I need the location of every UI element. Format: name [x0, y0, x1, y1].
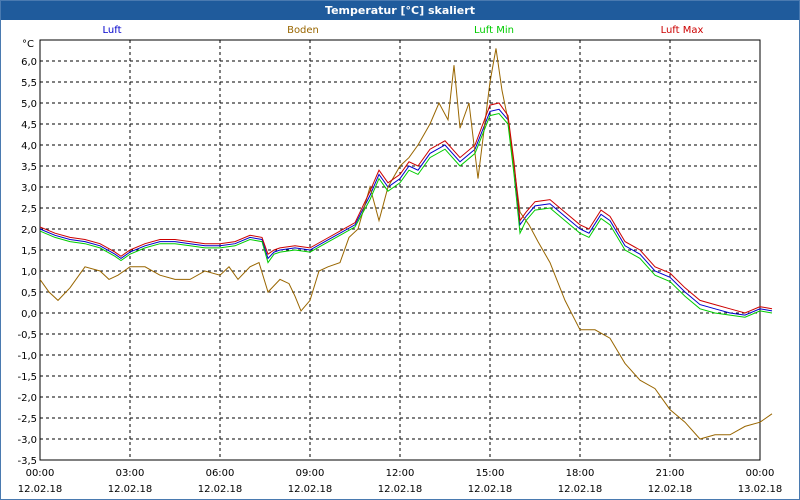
y-tick-label: 5,0	[21, 99, 37, 110]
x-tick-time-label: 09:00	[296, 468, 325, 479]
y-tick-label: -3,0	[17, 435, 37, 446]
x-tick-date-label: 12.02.18	[288, 484, 333, 495]
legend-entry-luft: Luft	[103, 25, 122, 36]
chart-grid	[40, 40, 760, 461]
y-tick-label: 3,0	[21, 183, 37, 194]
y-tick-label: 1,0	[21, 267, 37, 278]
x-tick-time-label: 03:00	[116, 468, 145, 479]
y-tick-label: 0,5	[21, 288, 37, 299]
x-tick-time-label: 00:00	[746, 468, 775, 479]
chart-series	[39, 48, 773, 440]
x-tick-date-label: 12.02.18	[648, 484, 693, 495]
y-tick-label: -0,5	[17, 330, 37, 341]
y-tick-label: 5,5	[21, 78, 37, 89]
x-tick-date-label: 12.02.18	[558, 484, 603, 495]
y-tick-label: 4,5	[21, 120, 37, 131]
chart-legend: Luft Boden Luft Min Luft Max	[103, 25, 704, 36]
y-tick-label: -3,5	[17, 456, 37, 467]
y-tick-label: -2,5	[17, 414, 37, 425]
x-tick-time-label: 15:00	[476, 468, 505, 479]
series-line-luft-min	[39, 112, 773, 318]
series-line-boden	[39, 48, 773, 440]
x-tick-date-label: 12.02.18	[198, 484, 243, 495]
y-tick-label: 2,5	[21, 204, 37, 215]
legend-entry-luft-max: Luft Max	[661, 25, 704, 36]
x-tick-date-label: 13.02.18	[738, 484, 783, 495]
temperature-chart: -3,5 -3,0 -2,5 -2,0 -1,5 -1,0 -0,5 0,0 0,5 1,0 1,5…	[17, 25, 783, 495]
x-tick-time-label: 12:00	[386, 468, 415, 479]
y-tick-label: -1,5	[17, 372, 37, 383]
x-tick-time-label: 18:00	[566, 468, 595, 479]
y-tick-label: 1,5	[21, 246, 37, 257]
y-tick-label: -1,0	[17, 351, 37, 362]
y-tick-label: 0,0	[21, 309, 37, 320]
y-axis-unit-label: °C	[22, 39, 34, 50]
x-tick-date-label: 12.02.18	[378, 484, 423, 495]
y-tick-label: 4,0	[21, 141, 37, 152]
y-tick-label: 3,5	[21, 162, 37, 173]
series-line-luft	[39, 108, 773, 316]
x-tick-time-label: 21:00	[656, 468, 685, 479]
x-tick-time-label: 06:00	[206, 468, 235, 479]
legend-entry-boden: Boden	[287, 25, 319, 36]
y-tick-label: 2,0	[21, 225, 37, 236]
x-tick-date-label: 12.02.18	[108, 484, 153, 495]
x-tick-date-label: 12.02.18	[468, 484, 513, 495]
y-tick-label: -2,0	[17, 393, 37, 404]
legend-entry-luft-min: Luft Min	[474, 25, 514, 36]
x-tick-time-label: 00:00	[26, 468, 55, 479]
x-tick-date-label: 12.02.18	[18, 484, 63, 495]
y-tick-label: 6,0	[21, 57, 37, 68]
